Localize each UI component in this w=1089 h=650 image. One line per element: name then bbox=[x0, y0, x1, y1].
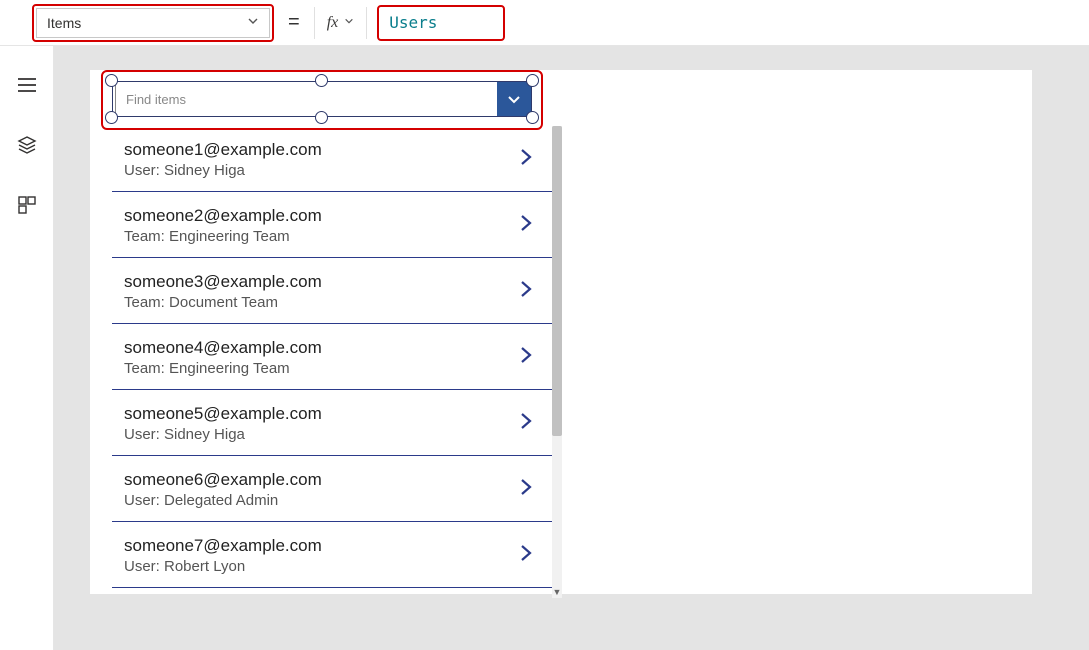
gallery-scrollbar[interactable]: ▼ bbox=[552, 126, 562, 596]
list-item-subtitle: User: Sidney Higa bbox=[124, 426, 322, 443]
property-selector-value: Items bbox=[47, 15, 81, 31]
chevron-right-icon[interactable] bbox=[518, 343, 540, 372]
chevron-down-icon bbox=[247, 15, 259, 30]
resize-handle-top-right[interactable] bbox=[526, 74, 539, 87]
chevron-down-icon bbox=[344, 16, 354, 29]
chevron-right-icon[interactable] bbox=[518, 145, 540, 174]
canvas-area: someone1@example.comUser: Sidney Higasom… bbox=[54, 46, 1089, 650]
list-item[interactable]: someone5@example.com User: Sidney Higa bbox=[112, 390, 552, 456]
list-item-title: someone1@example.com bbox=[124, 140, 322, 160]
list-item-subtitle: User: Robert Lyon bbox=[124, 558, 322, 575]
formula-input-highlight bbox=[377, 5, 505, 41]
tree-view-button[interactable] bbox=[16, 74, 38, 96]
combobox-input[interactable] bbox=[115, 82, 497, 116]
left-rail bbox=[0, 46, 54, 650]
resize-handle-bottom-left[interactable] bbox=[105, 111, 118, 124]
list-item-text: someone6@example.com User: Delegated Admi… bbox=[124, 470, 322, 509]
list-item-text: someone7@example.com User: Robert Lyon bbox=[124, 536, 322, 575]
list-item-subtitle: Team: Engineering Team bbox=[124, 360, 322, 377]
insert-panel-button[interactable] bbox=[16, 194, 38, 216]
list-item-title: someone5@example.com bbox=[124, 404, 322, 424]
scrollbar-thumb[interactable] bbox=[552, 126, 562, 436]
resize-handle-top-middle[interactable] bbox=[315, 74, 328, 87]
list-item[interactable]: someone2@example.com Team: Engineering Te… bbox=[112, 192, 552, 258]
list-item-title: someone7@example.com bbox=[124, 536, 322, 556]
app-screen[interactable]: someone1@example.comUser: Sidney Higasom… bbox=[90, 70, 1032, 594]
scrollbar-down-arrow[interactable]: ▼ bbox=[552, 586, 562, 598]
fx-button[interactable]: fx bbox=[314, 7, 368, 39]
list-item-text: someone5@example.com User: Sidney Higa bbox=[124, 404, 322, 443]
list-item-title: someone6@example.com bbox=[124, 470, 322, 490]
gallery-control[interactable]: someone1@example.comUser: Sidney Higasom… bbox=[112, 126, 552, 596]
list-item[interactable]: someone4@example.com Team: Engineering Te… bbox=[112, 324, 552, 390]
chevron-right-icon[interactable] bbox=[518, 475, 540, 504]
fx-label: fx bbox=[327, 14, 339, 32]
list-item-text: someone3@example.com Team: Document Team bbox=[124, 272, 322, 311]
list-item[interactable]: someone1@example.com User: Sidney Higa bbox=[112, 126, 552, 192]
list-item-subtitle: User: Delegated Admin bbox=[124, 492, 322, 509]
chevron-right-icon[interactable] bbox=[518, 409, 540, 438]
formula-input[interactable] bbox=[381, 9, 501, 37]
list-item-text: someone2@example.com Team: Engineering Te… bbox=[124, 206, 322, 245]
list-item[interactable]: someone3@example.com Team: Document Team bbox=[112, 258, 552, 324]
list-item[interactable]: someone7@example.com User: Robert Lyon bbox=[112, 522, 552, 588]
resize-handle-bottom-right[interactable] bbox=[526, 111, 539, 124]
list-item-subtitle: User: Sidney Higa bbox=[124, 162, 322, 179]
chevron-right-icon[interactable] bbox=[518, 541, 540, 570]
equals-sign: = bbox=[288, 11, 300, 34]
main-area: someone1@example.comUser: Sidney Higasom… bbox=[0, 46, 1089, 650]
resize-handle-bottom-middle[interactable] bbox=[315, 111, 328, 124]
list-item-title: someone4@example.com bbox=[124, 338, 322, 358]
resize-handle-top-left[interactable] bbox=[105, 74, 118, 87]
data-panel-button[interactable] bbox=[16, 134, 38, 156]
formula-bar: Items = fx bbox=[0, 0, 1089, 46]
list-item[interactable]: someone6@example.com User: Delegated Admi… bbox=[112, 456, 552, 522]
list-item-title: someone3@example.com bbox=[124, 272, 322, 292]
property-selector-highlight: Items bbox=[32, 4, 274, 42]
list-item-subtitle: Team: Engineering Team bbox=[124, 228, 322, 245]
property-selector[interactable]: Items bbox=[36, 8, 270, 38]
list-item-text: someone4@example.com Team: Engineering Te… bbox=[124, 338, 322, 377]
list-item-text: someone1@example.com User: Sidney Higa bbox=[124, 140, 322, 179]
chevron-right-icon[interactable] bbox=[518, 277, 540, 306]
list-item-subtitle: Team: Document Team bbox=[124, 294, 322, 311]
combobox-dropdown-button[interactable] bbox=[497, 82, 531, 116]
chevron-right-icon[interactable] bbox=[518, 211, 540, 240]
list-item-title: someone2@example.com bbox=[124, 206, 322, 226]
